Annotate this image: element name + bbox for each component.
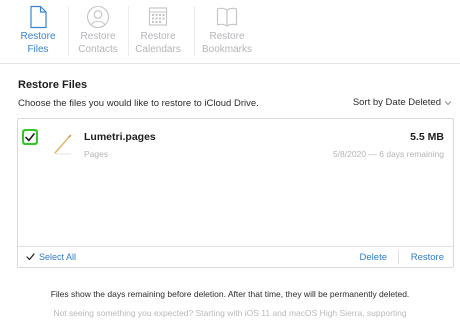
sort-dropdown[interactable]: Sort by Date Deleted [353, 97, 452, 108]
tab-label-line1: Restore [209, 31, 245, 42]
file-row[interactable]: Lumetri.pages Pages 5.5 MB 5/8/2020 — 6 … [18, 119, 453, 169]
checkmark-icon [26, 253, 35, 261]
calendar-icon [148, 7, 168, 26]
file-checkbox[interactable] [22, 129, 38, 145]
sort-label: Sort by Date Deleted [352, 97, 441, 108]
checkmark-icon [25, 132, 35, 141]
footer-divider [398, 250, 399, 264]
restore-tab-bar: Restore Files Restore Contacts Restore C… [0, 0, 460, 64]
pages-file-icon [54, 134, 72, 155]
checkbox-inner [24, 131, 36, 143]
tab-label-line2: Contacts [78, 44, 118, 55]
book-icon [216, 7, 238, 27]
tab-restore-calendars[interactable]: Restore Calendars [128, 0, 188, 64]
panel-footer: Select All Delete Restore [18, 246, 453, 267]
document-icon [30, 5, 47, 29]
tab-label-line2: Calendars [135, 44, 181, 55]
instructions-text: Choose the files you would like to resto… [18, 98, 259, 109]
file-name: Lumetri.pages [84, 131, 156, 143]
tab-label-line1: Restore [140, 31, 176, 42]
tab-restore-files[interactable]: Restore Files [8, 0, 68, 64]
contact-icon [86, 5, 110, 29]
file-kind: Pages [84, 149, 109, 159]
file-deletion-info: 5/8/2020 — 6 days remaining [332, 149, 444, 159]
delete-button[interactable]: Delete [360, 252, 387, 263]
deletion-note: Files show the days remaining before del… [50, 289, 410, 299]
section-title: Restore Files [18, 79, 88, 91]
file-size: 5.5 MB [410, 131, 444, 143]
tab-label-line2: Files [27, 44, 49, 55]
file-list-panel: Lumetri.pages Pages 5.5 MB 5/8/2020 — 6 … [17, 118, 454, 268]
select-all-label: Select All [39, 252, 77, 262]
tab-label-line1: Restore [80, 31, 116, 42]
tab-restore-contacts[interactable]: Restore Contacts [68, 0, 128, 64]
tab-restore-bookmarks[interactable]: Restore Bookmarks [196, 0, 258, 64]
help-note: Not seeing something you expected? Start… [53, 308, 407, 318]
tab-label-line2: Bookmarks [201, 44, 252, 55]
tab-divider [194, 6, 195, 56]
tab-label-line1: Restore [20, 31, 56, 42]
select-all-button[interactable]: Select All [26, 252, 76, 262]
restore-button[interactable]: Restore [411, 252, 444, 263]
chevron-down-icon [444, 100, 452, 105]
